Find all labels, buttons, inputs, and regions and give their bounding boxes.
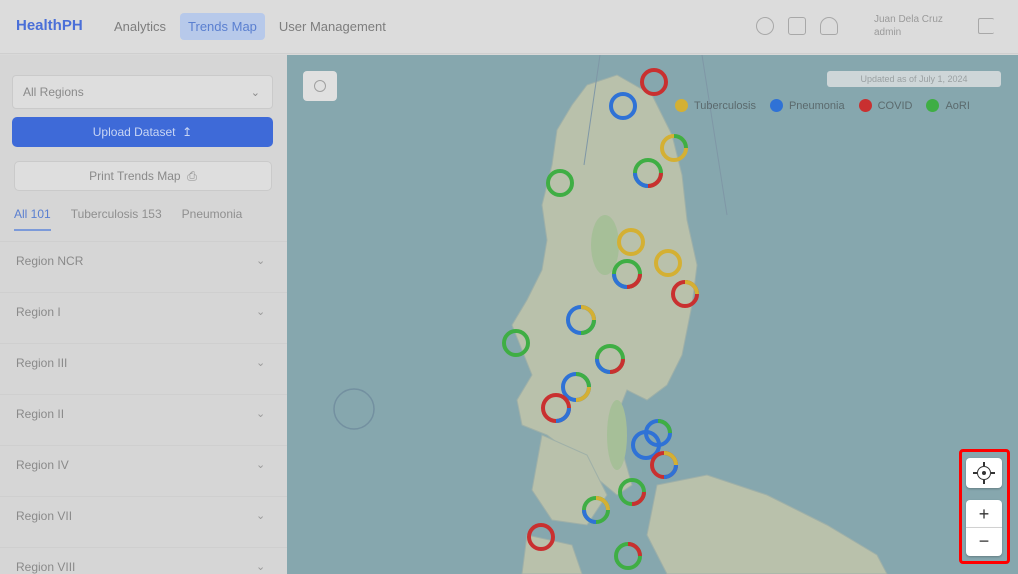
nav-analytics[interactable]: Analytics: [106, 13, 174, 40]
cluster-marker: [640, 68, 668, 96]
region-list: Region NCR ⌄ Region I ⌄ Region III ⌄ Region…: [0, 241, 287, 574]
brand-logo[interactable]: HealthPH: [16, 17, 83, 34]
legend-dot: [675, 99, 688, 112]
chevron-down-icon: ⌄: [256, 306, 266, 318]
nav-user-management[interactable]: User Management: [271, 13, 394, 40]
main-nav: Analytics Trends Map User Management: [106, 13, 394, 40]
boundary-line: [701, 55, 728, 216]
legend-item-tuberculosis: Tuberculosis: [675, 99, 756, 112]
user-role: admin: [874, 27, 902, 38]
locate-dot: [982, 471, 986, 475]
chevron-down-icon: ⌄: [256, 561, 266, 573]
top-navbar: HealthPH Analytics Trends Map User Manag…: [0, 0, 1018, 54]
region-dropdown[interactable]: All Regions ⌄: [12, 75, 273, 109]
chevron-down-icon: ⌄: [250, 87, 260, 99]
legend-item-pneumonia: Pneumonia: [769, 99, 845, 112]
settings-icon[interactable]: [788, 17, 806, 35]
print-trends-map-label: Print Trends Map: [89, 169, 181, 183]
sidebar: All Regions ⌄ Upload Dataset ↥ Print Tre…: [0, 55, 287, 574]
logout-icon[interactable]: [978, 18, 994, 34]
info-icon[interactable]: [756, 17, 774, 35]
legend-label: Tuberculosis: [694, 99, 756, 112]
locate-tick: [973, 472, 977, 474]
region-dropdown-value: All Regions: [23, 85, 84, 99]
region-label: Region III: [16, 356, 68, 370]
boundary-ring: [333, 388, 375, 430]
map-legend: Tuberculosis Pneumonia COVID AoRI: [675, 99, 970, 112]
legend-item-covid: COVID: [858, 99, 913, 112]
region-row-iv[interactable]: Region IV ⌄: [0, 445, 287, 496]
print-trends-map-button[interactable]: Print Trends Map ⎙: [14, 161, 272, 191]
chevron-down-icon: ⌄: [256, 255, 266, 267]
terrain-patch: [607, 400, 627, 470]
region-row-iii[interactable]: Region III ⌄: [0, 343, 287, 394]
upload-dataset-button[interactable]: Upload Dataset ↥: [12, 117, 273, 147]
region-label: Region NCR: [16, 254, 84, 268]
nav-trends-map[interactable]: Trends Map: [180, 13, 265, 40]
region-row-viii[interactable]: Region VIII ⌄: [0, 547, 287, 574]
zoom-out-button[interactable]: −: [966, 528, 1002, 556]
region-row-ii[interactable]: Region II ⌄: [0, 394, 287, 445]
locate-button[interactable]: [966, 458, 1002, 488]
map-base-layer: [333, 55, 888, 574]
layers-button[interactable]: [303, 71, 337, 101]
locate-tick: [983, 462, 985, 466]
upload-dataset-label: Upload Dataset: [92, 125, 176, 139]
print-icon: ⎙: [183, 169, 197, 183]
chevron-down-icon: ⌄: [256, 357, 266, 369]
chevron-down-icon: ⌄: [256, 408, 266, 420]
tab-pneumonia[interactable]: Pneumonia: [182, 207, 243, 231]
zoom-in-button[interactable]: +: [966, 500, 1002, 528]
locate-tick: [983, 480, 985, 484]
disease-tabs: All 101 Tuberculosis 153 Pneumonia: [14, 207, 242, 231]
user-info[interactable]: Juan Dela Cruz admin: [874, 13, 943, 39]
region-label: Region VIII: [16, 560, 76, 574]
chevron-down-icon: ⌄: [256, 459, 266, 471]
legend-dot: [769, 99, 783, 112]
region-row-vii[interactable]: Region VII ⌄: [0, 496, 287, 547]
locate-tick: [991, 472, 995, 474]
notification-icon[interactable]: [820, 17, 838, 35]
region-label: Region II: [16, 407, 65, 421]
legend-label: AoRI: [945, 99, 970, 112]
region-row-ncr[interactable]: Region NCR ⌄: [0, 241, 287, 292]
tab-tuberculosis[interactable]: Tuberculosis 153: [71, 207, 162, 231]
region-label: Region I: [16, 305, 61, 319]
legend-item-aori: AoRI: [926, 99, 970, 112]
chevron-down-icon: ⌄: [256, 510, 266, 522]
legend-label: Pneumonia: [788, 99, 845, 112]
region-row-i[interactable]: Region I ⌄: [0, 292, 287, 343]
legend-dot: [926, 99, 940, 112]
trends-map[interactable]: Updated as of July 1, 2024 Tuberculosis …: [287, 55, 1018, 574]
cluster-marker: [650, 451, 678, 479]
legend-dot: [858, 99, 872, 112]
cluster-marker: [614, 542, 642, 570]
updated-timestamp: Updated as of July 1, 2024: [827, 71, 1001, 87]
layers-icon: [314, 80, 326, 92]
region-label: Region IV: [16, 458, 69, 472]
visayas-landmass: [646, 474, 888, 574]
tab-all[interactable]: All 101: [14, 207, 51, 231]
legend-label: COVID: [877, 99, 913, 112]
user-name: Juan Dela Cruz: [874, 14, 943, 25]
region-label: Region VII: [16, 509, 73, 523]
upload-icon: ↥: [178, 125, 193, 139]
